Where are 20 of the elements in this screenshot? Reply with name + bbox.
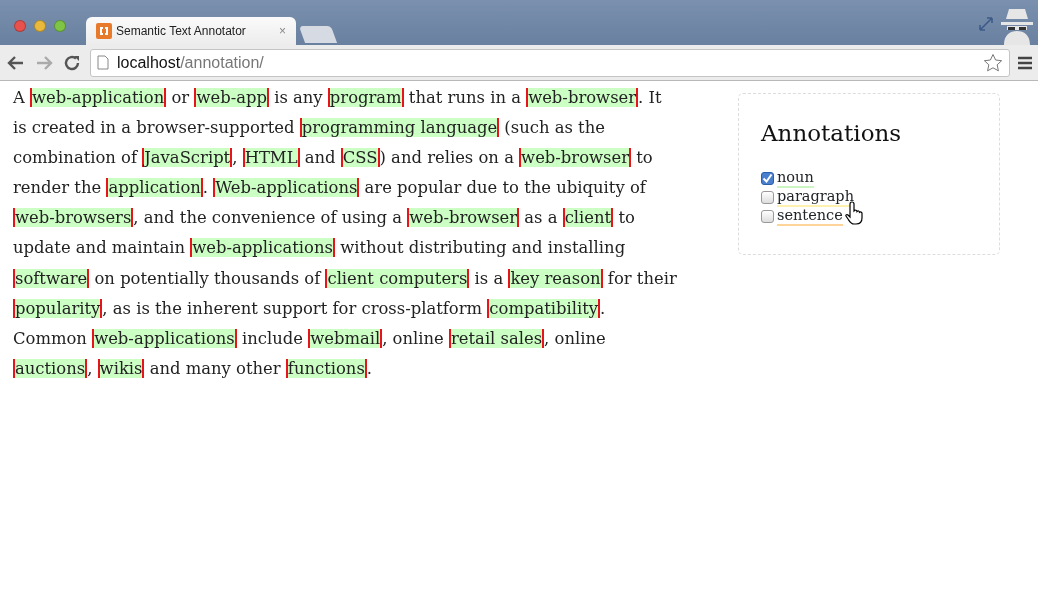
tab-title: Semantic Text Annotator [116, 23, 247, 40]
page-icon [97, 55, 109, 70]
close-window-button[interactable] [14, 20, 26, 32]
address-bar[interactable]: localhost/annotation/ [90, 48, 1010, 77]
new-tab-button[interactable] [298, 26, 338, 43]
app-logo-icon [96, 23, 112, 39]
checkbox[interactable] [761, 171, 774, 185]
browser-tab[interactable]: Semantic Text Annotator × [86, 17, 296, 45]
url-host: localhost [117, 53, 181, 71]
minimize-window-button[interactable] [34, 20, 46, 32]
checkbox[interactable] [761, 209, 774, 223]
star-icon[interactable] [983, 52, 1003, 73]
checkbox[interactable] [761, 190, 774, 204]
checkbox-label[interactable]: sentence [777, 206, 843, 226]
menu-icon[interactable] [1018, 55, 1032, 70]
zoom-window-button[interactable] [54, 20, 66, 32]
panel-title: Annotations [761, 119, 903, 148]
checkbox-label[interactable]: noun [777, 168, 814, 188]
fullscreen-icon [978, 16, 994, 32]
url-path: /annotation/ [180, 53, 264, 71]
